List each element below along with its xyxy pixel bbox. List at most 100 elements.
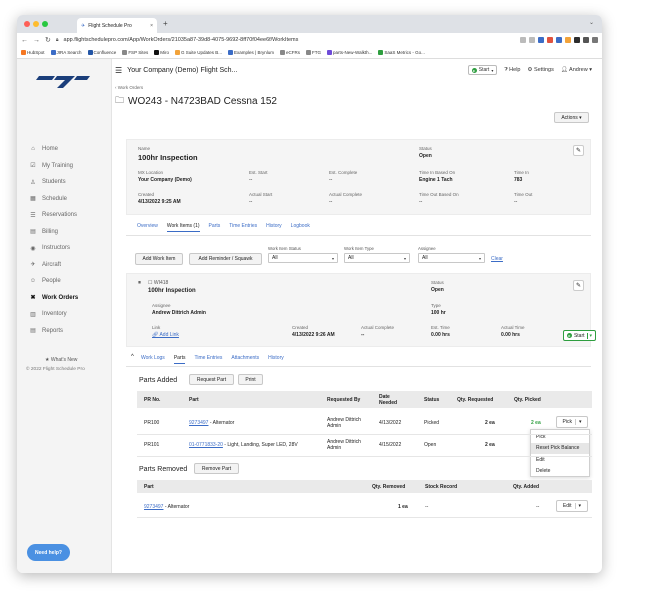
bookmark-item[interactable]: FSP Sites <box>122 50 148 56</box>
chevron-down-icon[interactable]: ▾ <box>574 503 581 509</box>
new-tab-icon[interactable]: + <box>163 19 168 28</box>
bookmark-item[interactable]: eCFRs <box>279 50 300 56</box>
bookmark-item[interactable]: Confluence <box>87 50 116 56</box>
sidebar-item-inventory[interactable]: ▥ Inventory <box>29 308 67 320</box>
instructor-icon: ◉ <box>30 245 36 252</box>
tab-time-entries[interactable]: Time Entries <box>194 355 222 364</box>
start-timer-button[interactable]: ▸ Start ▾ <box>467 65 498 75</box>
edit-work-item-button[interactable]: ✎ <box>573 280 584 291</box>
sidebar-item-home[interactable]: ⌂ Home <box>29 143 58 155</box>
work-item-type-select[interactable]: All ▾ <box>344 253 410 263</box>
tab-history[interactable]: History <box>266 223 282 232</box>
close-tab-icon[interactable]: × <box>150 23 153 29</box>
request-part-button[interactable]: Request Part <box>189 374 234 385</box>
close-window-icon[interactable] <box>24 21 30 27</box>
tab-overview[interactable]: Overview <box>137 223 158 232</box>
help-link[interactable]: ❓︎ Help <box>504 67 520 74</box>
bookmark-item[interactable]: Miro <box>154 50 169 56</box>
sidebar-item-reports[interactable]: ▤ Reports <box>29 325 63 337</box>
drag-handle-icon[interactable]: ⏸ <box>138 280 141 287</box>
part-number-link[interactable]: 01-0771833-20 <box>189 442 223 448</box>
time-in-label: Time In <box>514 170 529 175</box>
work-item-name: 100hr Inspection <box>148 288 196 294</box>
part-number-link[interactable]: 9273497 <box>189 420 208 426</box>
bookmark-item[interactable]: HubSpot <box>21 50 45 56</box>
breadcrumb[interactable]: ‹ Work Orders <box>115 85 143 90</box>
menu-icon[interactable] <box>592 37 598 43</box>
bookmark-item[interactable]: G Suite Updates B... <box>175 50 222 56</box>
work-item-id: ☐ WI418 <box>148 280 169 286</box>
edit-split-button[interactable]: Edit ▾ <box>556 500 588 512</box>
play-icon: ▸ <box>566 333 572 338</box>
extension-icon[interactable] <box>556 37 562 43</box>
chevron-up-icon[interactable]: ^ <box>131 354 134 360</box>
sidebar-item-schedule[interactable]: ▦ Schedule <box>29 193 67 205</box>
tab-logbook[interactable]: Logbook <box>291 223 310 232</box>
maximize-window-icon[interactable] <box>42 21 48 27</box>
bookmark-item[interactable]: FTG <box>305 49 321 56</box>
assignee-select[interactable]: All ▾ <box>418 253 485 263</box>
pick-split-button[interactable]: Pick ▾ <box>556 416 588 428</box>
sidebar-item-students[interactable]: ♙ Students <box>29 176 65 188</box>
need-help-button[interactable]: Need help? <box>27 544 70 561</box>
print-button[interactable]: Print <box>238 374 263 385</box>
dropdown-item-delete[interactable]: Delete <box>531 466 589 477</box>
tab-search-icon[interactable]: ⌄ <box>589 19 594 26</box>
sidebar-item-work-orders[interactable]: ✖ Work Orders <box>29 292 78 304</box>
minimize-window-icon[interactable] <box>33 21 39 27</box>
tab-work-logs[interactable]: Work Logs <box>141 355 165 364</box>
url-input[interactable]: app.flightschedulepro.com/App/WorkOrders… <box>64 37 299 43</box>
settings-label: Settings <box>533 67 554 73</box>
extension-icon[interactable] <box>574 37 580 43</box>
tab-parts[interactable]: Parts <box>209 223 221 232</box>
dropdown-item-reset-pick-balance[interactable]: Reset Pick Balance <box>531 442 589 454</box>
extension-icon[interactable] <box>565 37 571 43</box>
reload-icon[interactable]: ↻ <box>45 36 51 44</box>
sidebar-item-billing[interactable]: ▤ Billing <box>29 226 58 238</box>
sidebar-item-aircraft[interactable]: ✈ Aircraft <box>29 259 61 271</box>
back-icon[interactable]: ← <box>21 37 28 44</box>
part-number-link[interactable]: 9273497 <box>144 504 163 510</box>
edit-work-order-button[interactable]: ✎ <box>573 145 584 156</box>
hamburger-icon[interactable]: ☰ <box>115 66 122 75</box>
clear-filters-link[interactable]: Clear <box>491 256 503 262</box>
puzzle-icon[interactable] <box>583 37 589 43</box>
add-link[interactable]: 🔗︎ Add Link <box>152 332 179 338</box>
sidebar-item-reservations[interactable]: ☰ Reservations <box>29 209 77 221</box>
settings-link[interactable]: ⚙ Settings <box>527 67 553 73</box>
whats-new-link[interactable]: ★ What's New <box>45 357 77 363</box>
time-out-based-on-value: -- <box>419 199 423 205</box>
add-work-item-button[interactable]: Add Work Item <box>135 253 183 265</box>
star-icon[interactable] <box>529 37 535 43</box>
sidebar-item-label: Work Orders <box>42 294 79 301</box>
bookmark-item[interactable]: JIRA Search <box>50 50 82 56</box>
bookmark-item[interactable]: SaaS Metrics - Go... <box>378 50 425 56</box>
share-icon[interactable] <box>520 37 526 43</box>
sidebar-item-my-training[interactable]: ☑ My Training <box>29 160 73 172</box>
tab-attachments[interactable]: Attachments <box>231 355 259 364</box>
chevron-down-icon[interactable]: ▾ <box>586 332 592 339</box>
sidebar-item-instructors[interactable]: ◉ Instructors <box>29 242 70 254</box>
wi-assignee-label: Assignee <box>152 303 171 308</box>
user-menu[interactable]: 👤︎ Andrew ▾ <box>561 67 592 73</box>
bookmark-item[interactable]: parts-New-Walkth... <box>326 50 372 56</box>
add-reminder-squawk-button[interactable]: Add Reminder / Squawk <box>189 253 262 265</box>
forward-icon[interactable]: → <box>33 37 40 44</box>
tab-work-items-1[interactable]: Work Items (1) <box>166 223 200 232</box>
actions-button[interactable]: Actions ▾ <box>554 112 589 123</box>
start-work-item-button[interactable]: ▸ Start ▾ <box>563 330 596 341</box>
chevron-down-icon[interactable]: ▾ <box>574 419 581 425</box>
browser-tab[interactable]: ✈ Flight Schedule Pro × <box>77 18 157 33</box>
tab-time-entries[interactable]: Time Entries <box>229 223 257 232</box>
tab-history[interactable]: History <box>268 355 284 364</box>
bookmark-item[interactable]: Examples | Brynlum <box>228 50 274 56</box>
logo-icon[interactable] <box>35 73 91 89</box>
tab-parts[interactable]: Parts <box>173 355 186 364</box>
work-item-status-select[interactable]: All ▾ <box>268 253 338 263</box>
sidebar-item-people[interactable]: ☺ People <box>29 275 61 287</box>
remove-part-button[interactable]: Remove Part <box>194 463 239 474</box>
extension-icon[interactable] <box>547 37 553 43</box>
bookmark-label: FTG <box>311 49 321 55</box>
extension-icon[interactable] <box>538 37 544 43</box>
dropdown-item-pick[interactable]: Pick <box>531 431 589 442</box>
